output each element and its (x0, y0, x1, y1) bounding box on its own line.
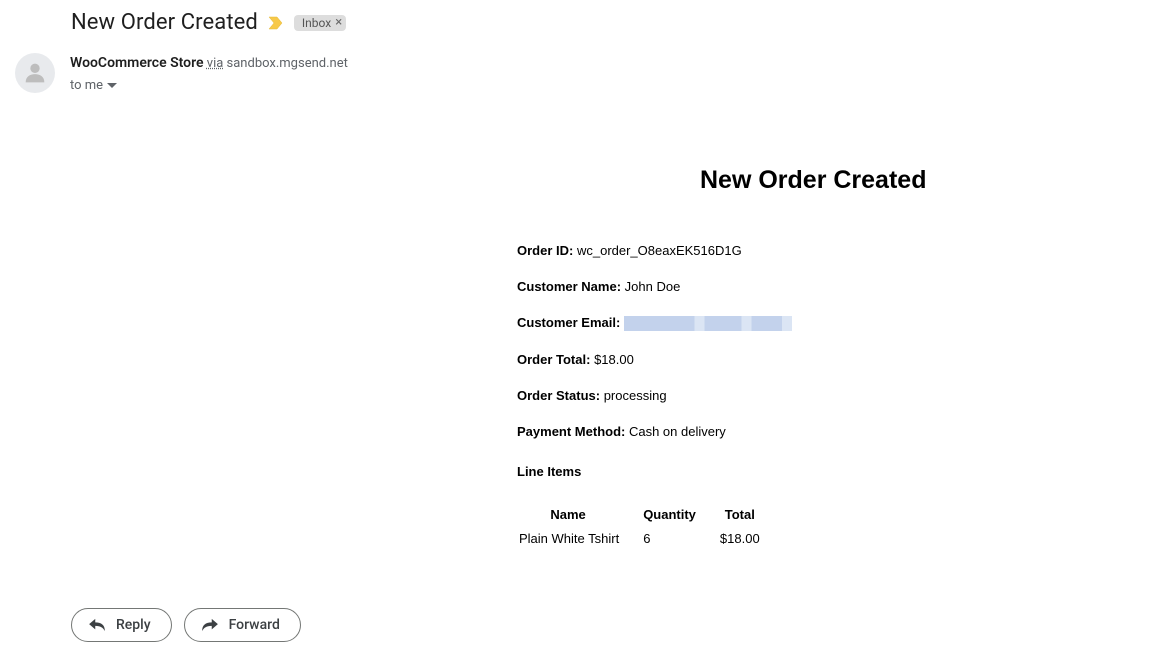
inbox-label-text: Inbox (302, 16, 331, 30)
sender-info: WooCommerce Store via sandbox.mgsend.net… (70, 53, 348, 96)
reply-icon (88, 618, 106, 632)
order-id-value: wc_order_O8eaxEK516D1G (577, 243, 742, 258)
importance-marker-icon[interactable] (268, 16, 284, 30)
customer-name-label: Customer Name: (517, 279, 621, 294)
item-name: Plain White Tshirt (517, 531, 631, 546)
reply-label: Reply (116, 617, 151, 633)
order-status-value: processing (604, 388, 667, 403)
sender-row: WooCommerce Store via sandbox.mgsend.net… (15, 53, 1155, 96)
reply-button[interactable]: Reply (71, 608, 172, 642)
col-quantity: Quantity (631, 507, 708, 531)
item-total: $18.00 (708, 531, 772, 546)
sender-name[interactable]: WooCommerce Store (70, 55, 204, 71)
person-icon (21, 59, 49, 87)
table-row: Plain White Tshirt 6 $18.00 (517, 531, 772, 546)
item-quantity: 6 (631, 531, 708, 546)
customer-email-label: Customer Email: (517, 315, 620, 330)
col-total: Total (708, 507, 772, 531)
via-domain: sandbox.mgsend.net (227, 56, 348, 71)
inbox-label-chip[interactable]: Inbox × (294, 15, 346, 31)
close-icon[interactable]: × (335, 16, 342, 29)
customer-email-redacted (624, 316, 792, 331)
order-total-label: Order Total: (517, 352, 590, 367)
line-items-table: Name Quantity Total Plain White Tshirt 6… (517, 507, 772, 546)
line-items-heading: Line Items (517, 464, 1155, 479)
recipient-text: to me (70, 76, 103, 96)
payment-method-value: Cash on delivery (629, 424, 726, 439)
action-buttons: Reply Forward (71, 608, 1155, 642)
recipient-row[interactable]: to me (70, 76, 348, 96)
avatar[interactable] (15, 53, 55, 93)
subject-row: New Order Created Inbox × (71, 10, 1155, 35)
table-header-row: Name Quantity Total (517, 507, 772, 531)
chevron-down-icon[interactable] (107, 83, 117, 89)
forward-button[interactable]: Forward (184, 608, 301, 642)
customer-name-value: John Doe (625, 279, 681, 294)
via-label: via (207, 56, 224, 71)
order-total-value: $18.00 (594, 352, 634, 367)
forward-icon (201, 618, 219, 632)
payment-method-label: Payment Method: (517, 424, 625, 439)
email-heading: New Order Created (700, 166, 1155, 195)
col-name: Name (517, 507, 631, 531)
email-body: New Order Created Order ID: wc_order_O8e… (517, 166, 1155, 546)
forward-label: Forward (229, 617, 280, 633)
order-id-label: Order ID: (517, 243, 573, 258)
order-status-label: Order Status: (517, 388, 600, 403)
email-subject: New Order Created (71, 10, 258, 35)
